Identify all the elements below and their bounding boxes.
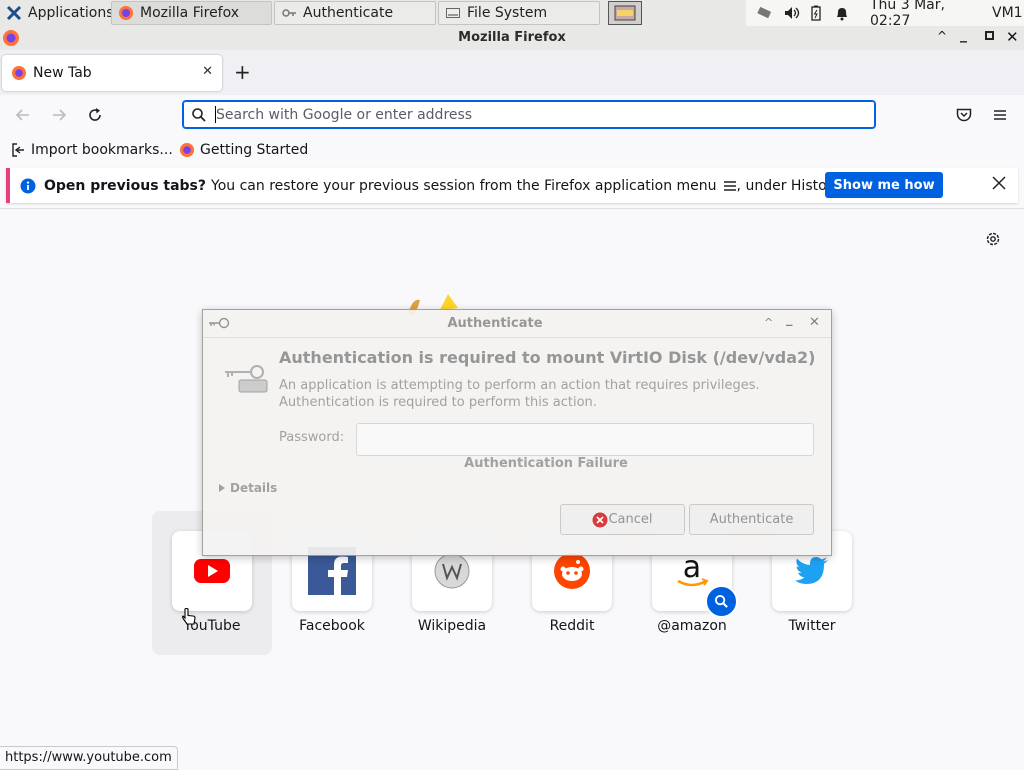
wikipedia-icon <box>434 553 470 589</box>
infobar-bold-text: Open previous tabs? <box>44 177 207 194</box>
twitter-icon <box>795 557 828 584</box>
bookmark-label: Getting Started <box>200 142 309 158</box>
authenticate-dialog: Authenticate ^ _ ✕ Authentication is req… <box>202 309 832 556</box>
dialog-line1: An application is attempting to perform … <box>279 378 760 393</box>
infobar-close-icon[interactable] <box>991 175 1009 193</box>
top-site-label[interactable]: Reddit <box>512 618 632 634</box>
reddit-icon <box>554 553 590 589</box>
search-icon <box>714 594 728 608</box>
dialog-line2: Authentication is required to perform th… <box>279 395 597 410</box>
dialog-shade-icon[interactable]: ^ <box>764 316 776 330</box>
window-title: Mozilla Firefox <box>458 30 566 45</box>
tab-label: New Tab <box>33 65 92 81</box>
task-label: File System <box>467 5 548 21</box>
task-label: Authenticate <box>303 5 394 21</box>
dialog-title: Authenticate <box>447 316 543 331</box>
top-site-label[interactable]: Facebook <box>272 618 392 634</box>
reload-icon[interactable] <box>86 106 106 124</box>
address-placeholder[interactable]: Search with Google or enter address <box>216 107 472 123</box>
status-link-preview: https://www.youtube.com <box>0 746 178 770</box>
task-file-system[interactable]: File System <box>438 1 600 25</box>
top-site-label[interactable]: @amazon <box>632 618 752 634</box>
volume-icon[interactable] <box>783 1 807 25</box>
svg-text:a: a <box>683 551 701 585</box>
hand-cursor-icon <box>181 607 197 626</box>
youtube-icon <box>194 559 230 583</box>
user-menu[interactable]: VM1 <box>988 1 1024 25</box>
user-label: VM1 <box>992 5 1023 21</box>
drive-icon <box>445 5 461 21</box>
address-bar[interactable]: Search with Google or enter address <box>182 100 876 129</box>
dialog-minimize-icon[interactable]: _ <box>786 312 798 328</box>
key-icon <box>281 5 297 21</box>
authenticate-button[interactable]: Authenticate <box>689 504 814 535</box>
tab-new-tab[interactable]: New Tab ✕ <box>2 55 222 91</box>
auth-keys-icon <box>223 362 269 396</box>
clock[interactable]: Thu 3 Mar, 02:27 <box>864 0 976 29</box>
tab-close-icon[interactable]: ✕ <box>202 64 213 79</box>
firefox-tab-icon <box>11 65 27 81</box>
search-shortcut-badge <box>705 585 738 618</box>
import-icon <box>12 143 24 157</box>
firefox-icon <box>118 5 134 21</box>
forward-arrow-icon[interactable] <box>50 106 70 124</box>
task-authenticate[interactable]: Authenticate <box>274 1 436 25</box>
password-field[interactable] <box>356 423 814 456</box>
bookmark-import[interactable]: Import bookmarks... <box>11 140 173 160</box>
hamburger-menu-icon[interactable] <box>991 106 1009 124</box>
workspace-switcher[interactable] <box>608 1 642 25</box>
gear-icon[interactable] <box>984 230 1002 248</box>
network-icon[interactable] <box>756 1 780 25</box>
applications-label: Applications <box>28 5 114 21</box>
app-menu-icon <box>723 180 736 191</box>
search-icon <box>191 107 207 123</box>
clock-label: Thu 3 Mar, 02:27 <box>870 0 945 29</box>
password-label: Password: <box>279 430 345 445</box>
window-shade-icon[interactable]: ^ <box>937 29 951 47</box>
info-icon <box>20 178 36 193</box>
amazon-icon: a <box>677 551 709 587</box>
firefox-bookmark-icon <box>180 143 194 157</box>
window-maximize-icon[interactable] <box>985 30 995 40</box>
cancel-button[interactable]: Cancel <box>560 504 685 535</box>
back-arrow-icon[interactable] <box>14 106 34 124</box>
pocket-icon[interactable] <box>955 106 973 124</box>
bookmark-getting-started[interactable]: Getting Started <box>179 140 308 160</box>
top-site-label[interactable]: YouTube <box>152 618 272 634</box>
bookmark-label: Import bookmarks... <box>31 142 173 158</box>
applications-menu[interactable]: Applications ⋮ <box>0 1 130 25</box>
dialog-heading: Authentication is required to mount Virt… <box>279 348 816 367</box>
notifications-bell-icon[interactable] <box>835 1 857 25</box>
xfce-logo-icon <box>6 5 22 21</box>
expander-triangle-icon <box>219 484 225 492</box>
cancel-label: Cancel <box>608 512 653 527</box>
auth-failure-text: Authentication Failure <box>464 456 628 471</box>
infobar-text: You can restore your previous session fr… <box>211 177 717 194</box>
details-label: Details <box>230 481 278 495</box>
cancel-icon <box>592 512 608 527</box>
top-site-label[interactable]: Twitter <box>752 618 872 634</box>
workspace-thumbnail-icon <box>614 5 636 21</box>
details-expander[interactable]: Details <box>218 481 277 495</box>
show-me-how-button[interactable]: Show me how <box>825 172 943 198</box>
window-close-icon[interactable]: ✕ <box>1006 28 1020 46</box>
task-label: Mozilla Firefox <box>140 5 240 21</box>
task-firefox[interactable]: Mozilla Firefox <box>111 1 272 25</box>
dialog-close-icon[interactable]: ✕ <box>809 315 823 331</box>
battery-icon[interactable] <box>810 1 832 25</box>
window-minimize-icon[interactable]: _ <box>960 27 974 45</box>
authenticate-label: Authenticate <box>709 512 794 527</box>
top-site-label[interactable]: Wikipedia <box>392 618 512 634</box>
new-tab-plus-icon[interactable]: + <box>234 60 254 84</box>
